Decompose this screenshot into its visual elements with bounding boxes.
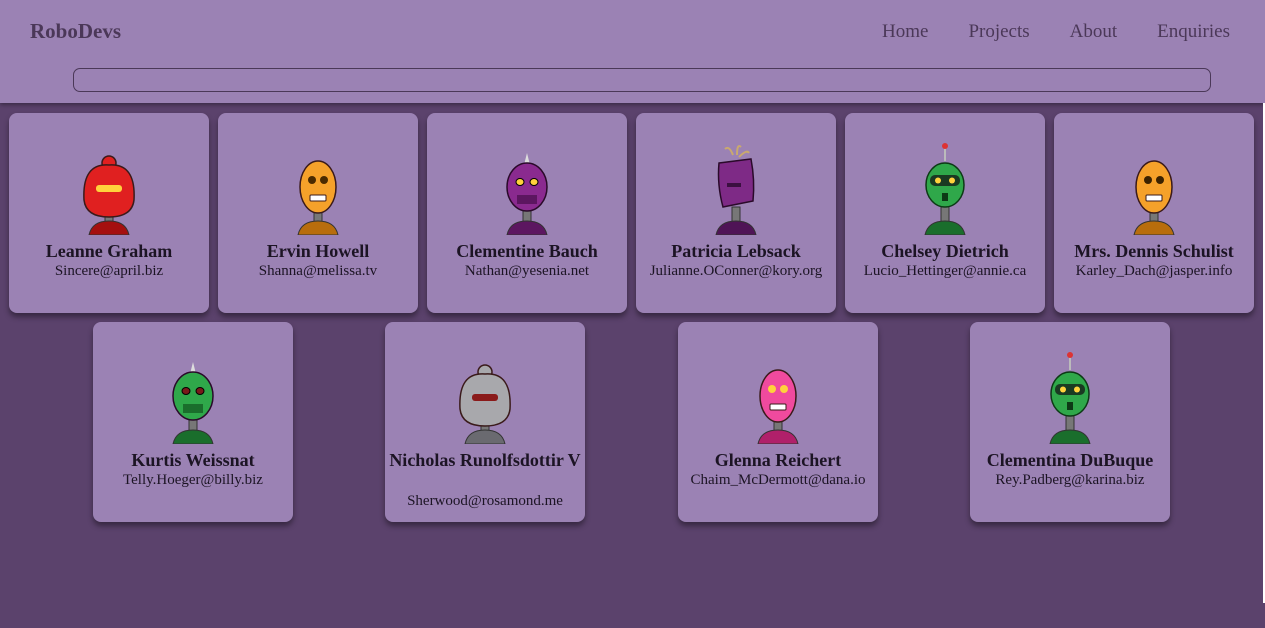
robot-card[interactable]: Clementine Bauch Nathan@yesenia.net [427, 113, 627, 313]
nav-enquiries-link[interactable]: Enquiries [1157, 21, 1230, 43]
robot-email: Sincere@april.biz [54, 263, 164, 279]
robot-email: Chaim_McDermott@dana.io [690, 472, 866, 488]
main-nav: Home Projects About Enquiries [842, 21, 1230, 43]
robot-card[interactable]: Mrs. Dennis Schulist Karley_Dach@jasper.i… [1054, 113, 1254, 313]
robot-name: Chelsey Dietrich [881, 241, 1009, 261]
robot-email: Telly.Hoeger@billy.biz [123, 472, 263, 488]
app-logo[interactable]: RoboDevs [30, 19, 121, 44]
robot-card[interactable]: Nicholas Runolfsdottir V Sherwood@rosamon… [385, 322, 585, 522]
nav-projects-link[interactable]: Projects [968, 21, 1029, 43]
robot-card[interactable]: Chelsey Dietrich Lucio_Hettinger@annie.ca [845, 113, 1045, 313]
robot-card[interactable]: Clementina DuBuque Rey.Padberg@karina.biz [970, 322, 1170, 522]
robot-email: Julianne.OConner@kory.org [649, 263, 823, 279]
robot-email: Rey.Padberg@karina.biz [995, 472, 1145, 488]
robot-name: Nicholas Runolfsdottir V [389, 450, 581, 470]
robot-email: Sherwood@rosamond.me [407, 493, 563, 509]
robot-name: Clementine Bauch [456, 241, 598, 261]
nav-about-link[interactable]: About [1070, 21, 1118, 43]
robot-email: Shanna@melissa.tv [258, 263, 378, 279]
robot-email: Nathan@yesenia.net [464, 263, 590, 279]
robot-name: Mrs. Dennis Schulist [1074, 241, 1234, 261]
robot-name: Clementina DuBuque [986, 450, 1154, 470]
robot-email: Karley_Dach@jasper.info [1075, 263, 1233, 279]
robot-name: Kurtis Weissnat [131, 450, 255, 470]
robot-card[interactable]: Kurtis Weissnat Telly.Hoeger@billy.biz [93, 322, 293, 522]
nav-home-link[interactable]: Home [882, 21, 928, 43]
robot-card[interactable]: Ervin Howell Shanna@melissa.tv [218, 113, 418, 313]
robot-name: Leanne Graham [45, 241, 173, 261]
robot-card[interactable]: Glenna Reichert Chaim_McDermott@dana.io [678, 322, 878, 522]
robot-name: Patricia Lebsack [671, 241, 801, 261]
robot-name: Ervin Howell [266, 241, 370, 261]
search-input[interactable] [73, 68, 1211, 92]
robot-email: Lucio_Hettinger@annie.ca [863, 263, 1027, 279]
robot-card[interactable]: Leanne Graham Sincere@april.biz [9, 113, 209, 313]
header: RoboDevs Home Projects About Enquiries [0, 0, 1265, 103]
robot-card[interactable]: Patricia Lebsack Julianne.OConner@kory.or… [636, 113, 836, 313]
robot-name: Glenna Reichert [714, 450, 842, 470]
